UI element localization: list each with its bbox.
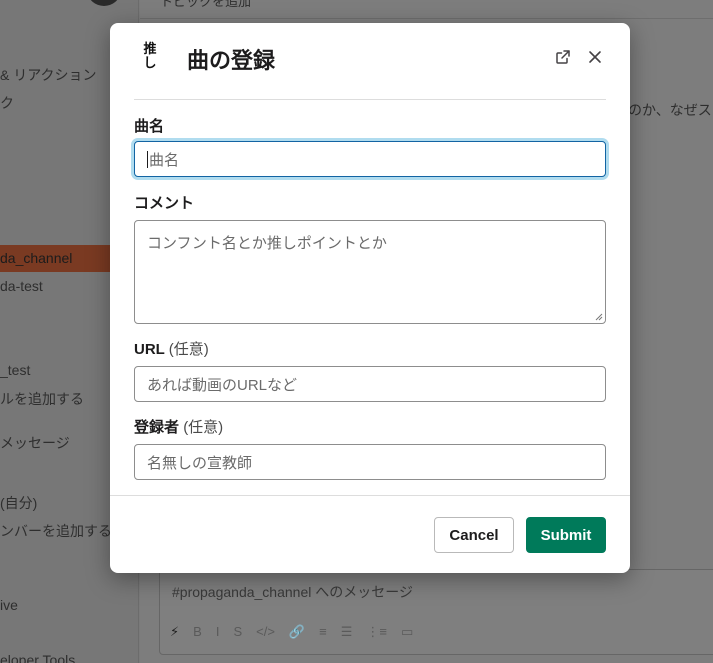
sidebar-item[interactable]: _test [0,362,30,378]
bold-icon[interactable]: B [193,624,202,640]
song-name-label: 曲名 [134,118,165,135]
footer-divider [110,495,630,496]
optional-tag: (任意) [168,341,209,358]
song-name-placeholder: 曲名 [149,151,180,169]
open-in-new-window-icon[interactable] [552,46,574,68]
lightning-icon[interactable]: ⚡ [170,624,179,640]
registrant-label: 登録者 (任意) [134,419,224,436]
register-song-modal: 推 し 曲の登録 曲名 曲名 コメント コンフント名とか推しポイントとか URL… [110,23,630,573]
sidebar-item[interactable]: & リアクション [0,65,97,85]
text-caret [147,150,148,168]
divider [134,99,606,100]
sidebar-item[interactable]: ルを追加する [0,389,84,409]
formatting-toolbar: ⚡ B I S </> 🔗 ≡ ☰ ⋮≡ ▭ [170,624,413,640]
close-icon[interactable] [584,46,606,68]
resize-grip-icon[interactable] [595,313,603,321]
strikethrough-icon[interactable]: S [233,624,242,640]
sidebar-item[interactable]: メッセージ [0,433,70,453]
url-label: URL (任意) [134,341,209,358]
italic-icon[interactable]: I [216,624,220,640]
cancel-button[interactable]: Cancel [434,517,514,553]
message-composer[interactable]: #propaganda_channel へのメッセージ ⚡ B I S </> … [159,569,713,655]
modal-title: 曲の登録 [187,48,276,73]
song-name-input[interactable]: 曲名 [134,141,606,177]
ordered-list-icon[interactable]: ≡ [319,624,327,640]
message-text: のか、なぜス [628,102,712,118]
url-placeholder: あれば動画のURLなど [147,376,298,394]
sidebar-item[interactable]: da-test [0,278,43,294]
registrant-input[interactable]: 名無しの宣教師 [134,444,606,480]
sidebar-item-label: da_channel [0,250,73,266]
sidebar-item[interactable]: ク [0,93,14,113]
blockquote-icon[interactable]: ⋮≡ [366,624,387,640]
bulleted-list-icon[interactable]: ☰ [341,624,353,640]
submit-button[interactable]: Submit [526,517,606,553]
comment-label: コメント [134,195,195,212]
sidebar-item[interactable]: eloper Tools [0,652,75,663]
composer-placeholder: #propaganda_channel へのメッセージ [172,584,413,600]
comment-placeholder: コンフント名とか推しポイントとか [147,235,387,252]
code-block-icon[interactable]: ▭ [401,624,413,640]
sidebar-item[interactable]: ive [0,597,18,613]
link-icon[interactable]: 🔗 [289,624,305,640]
sidebar-item[interactable]: ンバーを追加する [0,521,112,541]
sidebar-item[interactable]: (自分) [0,493,37,513]
channel-topic[interactable]: トピックを追加 [160,0,251,10]
modal-header: 推 し 曲の登録 [134,37,608,101]
app-logo: 推 し [143,42,157,71]
comment-textarea[interactable]: コンフント名とか推しポイントとか [134,220,606,324]
optional-tag: (任意) [183,419,224,436]
registrant-placeholder: 名無しの宣教師 [147,454,253,472]
code-icon[interactable]: </> [256,624,275,640]
url-input[interactable]: あれば動画のURLなど [134,366,606,402]
